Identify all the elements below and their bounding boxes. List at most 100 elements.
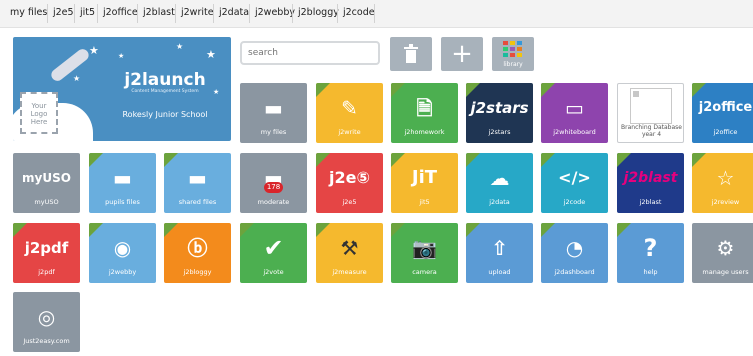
tile-j2measure[interactable]: ⚒ j2measure	[316, 223, 383, 283]
tile-label: help	[643, 268, 658, 276]
office-icon: j2office	[698, 100, 753, 115]
tile-label: j2vote	[263, 268, 284, 276]
nav-j2e5[interactable]: j2e5	[53, 7, 74, 18]
globe-icon: ◎	[37, 305, 56, 329]
globe-icon: ◉	[113, 236, 132, 260]
tile-j2data[interactable]: ☁ j2data	[466, 153, 533, 213]
tile-label: j2e5	[342, 198, 357, 206]
bloggy-icon: ⓑ	[187, 236, 208, 260]
nav-divider	[175, 4, 176, 23]
star-icon: ★	[73, 74, 81, 83]
tile-label: j2pdf	[38, 268, 55, 276]
compass-icon: ⚒	[340, 236, 359, 260]
tile-label: j2webby	[108, 268, 137, 276]
nav-j2office[interactable]: j2office	[103, 7, 138, 18]
tile-label: j2write	[338, 128, 361, 136]
tile-label: j2data	[489, 198, 510, 206]
search-input[interactable]	[240, 41, 380, 65]
upload-icon: ⇧	[491, 236, 508, 260]
blast-icon: j2blast	[623, 170, 678, 186]
tile-branching-database[interactable]: Branching Database year 4	[617, 83, 684, 143]
tile-j2write[interactable]: ✎ j2write	[316, 83, 383, 143]
broken-image-icon	[630, 88, 672, 124]
tile-label: j2dashboard	[554, 268, 595, 276]
tile-j2vote[interactable]: ✔ j2vote	[240, 223, 307, 283]
jit-icon: JiT	[411, 167, 438, 188]
code-icon: </>	[558, 168, 591, 187]
top-nav-bar: my files j2e5 jit5 j2office j2blast j2wr…	[0, 0, 753, 28]
star-icon: ★	[118, 52, 125, 60]
tile-label: j2stars	[488, 128, 511, 136]
library-label: library	[503, 61, 523, 68]
tile-jit5[interactable]: JiT jit5	[391, 153, 458, 213]
tile-j2bloggy[interactable]: ⓑ j2bloggy	[164, 223, 231, 283]
tile-label: j2whiteboard	[553, 128, 596, 136]
plus-icon: +	[451, 39, 473, 69]
nav-divider	[249, 4, 250, 23]
nav-jit5[interactable]: jit5	[80, 7, 95, 18]
nav-divider	[292, 4, 293, 23]
tile-j2homework[interactable]: 🗎 j2homework	[391, 83, 458, 143]
library-button[interactable]: library	[492, 37, 534, 71]
review-star-icon: ☆	[716, 166, 735, 190]
tile-moderate[interactable]: ▬ 178 moderate	[240, 153, 307, 213]
j2e5-icon: j2e⑤	[328, 168, 370, 187]
tile-camera[interactable]: 📷 camera	[391, 223, 458, 283]
tile-label: shared files	[178, 198, 217, 206]
nav-my-files[interactable]: my files	[10, 7, 47, 18]
cloud-data-icon: ☁	[489, 166, 510, 190]
rocket-icon	[48, 46, 92, 84]
tile-j2blast[interactable]: j2blast j2blast	[617, 153, 684, 213]
school-name: Rokesly Junior School	[122, 110, 208, 119]
tools-icon: ⚙	[716, 236, 735, 260]
tile-j2pdf[interactable]: j2pdf j2pdf	[13, 223, 80, 283]
tile-label: manage users	[702, 268, 749, 276]
nav-j2blast[interactable]: j2blast	[143, 7, 175, 18]
homework-icon: 🗎	[416, 96, 433, 120]
tile-manage-users[interactable]: ⚙ manage users	[692, 223, 753, 283]
tile-shared-files[interactable]: ▬ shared files	[164, 153, 231, 213]
camera-icon: 📷	[412, 236, 437, 260]
tile-label: j2measure	[332, 268, 367, 276]
tile-just2easy[interactable]: ◎ Just2easy.com	[13, 292, 80, 352]
trash-icon	[390, 41, 432, 70]
nav-j2webby[interactable]: j2webby	[255, 7, 295, 18]
tile-pupils-files[interactable]: ▬ pupils files	[89, 153, 156, 213]
nav-j2data[interactable]: j2data	[219, 7, 249, 18]
tile-label: j2code	[563, 198, 586, 206]
add-button[interactable]: +	[441, 37, 483, 71]
stars-icon: j2stars	[470, 99, 529, 117]
tile-label: camera	[412, 268, 437, 276]
tile-j2review[interactable]: ☆ j2review	[692, 153, 753, 213]
nav-j2code[interactable]: j2code	[343, 7, 375, 18]
tick-icon: ✔	[263, 234, 284, 262]
tile-label: Just2easy.com	[23, 337, 70, 345]
nav-divider	[97, 4, 98, 23]
star-icon: ★	[176, 42, 184, 51]
star-icon: ★	[89, 44, 99, 57]
pdf-icon: j2pdf	[24, 239, 69, 257]
tile-j2e5[interactable]: j2e⑤ j2e5	[316, 153, 383, 213]
nav-divider	[74, 4, 75, 23]
tile-j2dashboard[interactable]: ◔ j2dashboard	[541, 223, 608, 283]
tile-label: pupils files	[105, 198, 140, 206]
tile-help[interactable]: ? help	[617, 223, 684, 283]
tile-j2webby[interactable]: ◉ j2webby	[89, 223, 156, 283]
nav-divider	[337, 4, 338, 23]
tile-label: j2blast	[639, 198, 662, 206]
tile-my-files[interactable]: ▬ my files	[240, 83, 307, 143]
nav-divider	[374, 4, 375, 23]
delete-button[interactable]	[390, 37, 432, 71]
tile-j2stars[interactable]: j2stars j2stars	[466, 83, 533, 143]
nav-j2bloggy[interactable]: j2bloggy	[298, 7, 339, 18]
tile-myuso[interactable]: myUSO myUSO	[13, 153, 80, 213]
tile-upload[interactable]: ⇧ upload	[466, 223, 533, 283]
nav-j2write[interactable]: j2write	[181, 7, 214, 18]
tile-j2office[interactable]: j2office j2office	[692, 83, 753, 143]
tile-j2whiteboard[interactable]: ▭ j2whiteboard	[541, 83, 608, 143]
tile-label: j2review	[711, 198, 740, 206]
tile-j2code[interactable]: </> j2code	[541, 153, 608, 213]
shared-files-icon: ▬	[188, 166, 207, 190]
star-icon: ★	[206, 48, 216, 61]
tile-label: upload	[488, 268, 511, 276]
